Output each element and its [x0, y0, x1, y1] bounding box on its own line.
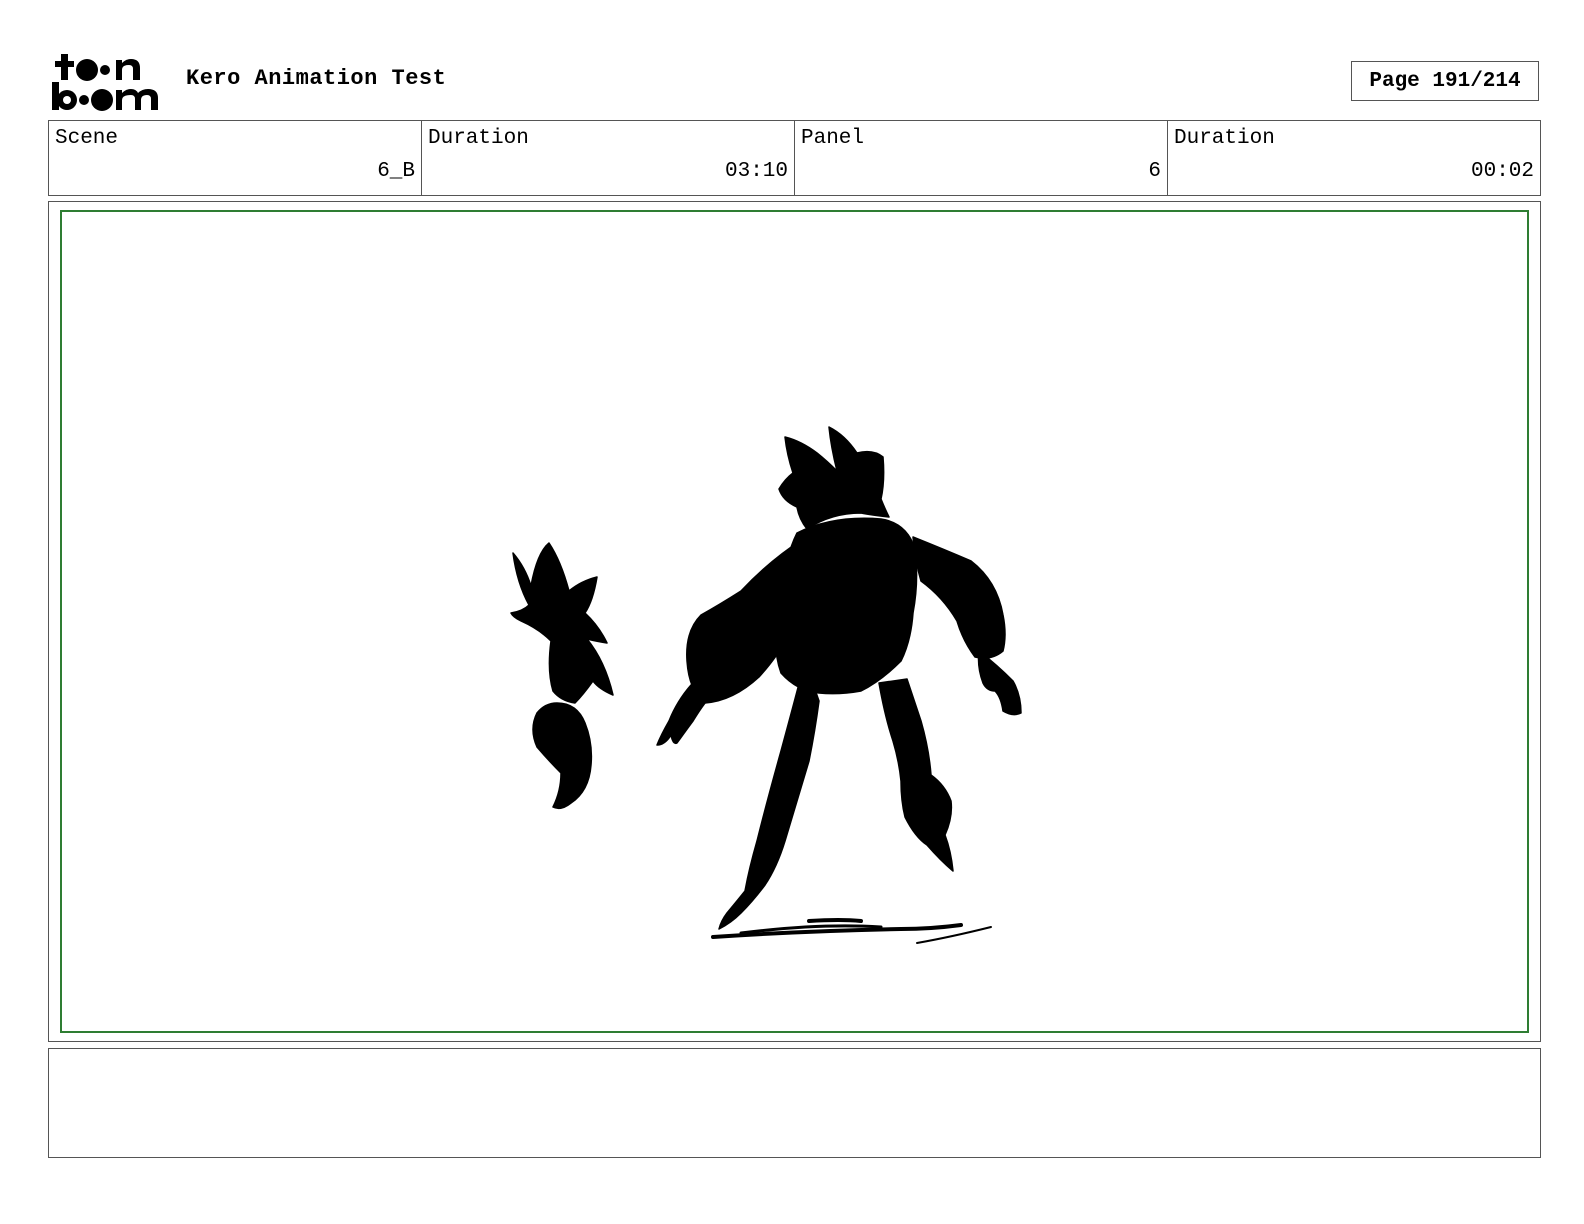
- panel-label: Panel: [801, 127, 865, 150]
- scene-value: 6_B: [377, 160, 415, 183]
- scene-duration-label: Duration: [428, 127, 529, 150]
- panel-duration-value: 00:02: [1470, 160, 1534, 183]
- document-title: Kero Animation Test: [186, 66, 447, 91]
- scene-cell: Scene 6_B: [49, 121, 421, 195]
- page-indicator: Page 191/214: [1351, 61, 1539, 101]
- small-creature-head: [510, 542, 614, 704]
- scene-duration-value: 03:10: [724, 160, 788, 183]
- large-creature-head: [778, 426, 890, 530]
- large-creature-left-leg: [718, 660, 820, 930]
- large-creature-right-hand: [977, 650, 1022, 716]
- storyboard-panel: [48, 201, 1541, 1042]
- panel-cell: Panel 6: [794, 121, 1167, 195]
- panel-notes: [48, 1048, 1541, 1158]
- large-creature-right-leg: [878, 678, 954, 872]
- small-creature-body: [532, 702, 593, 810]
- large-creature-right-arm: [912, 536, 1006, 659]
- scene-label: Scene: [55, 127, 119, 150]
- scene-duration-cell: Duration 03:10: [421, 121, 794, 195]
- panel-value: 6: [1148, 160, 1161, 183]
- panel-info-row: Scene 6_B Duration 03:10 Panel 6 Duratio…: [48, 120, 1541, 196]
- silhouette-sketch: [510, 426, 1022, 944]
- toon-boom-logo: [50, 50, 168, 112]
- panel-duration-label: Duration: [1174, 127, 1275, 150]
- large-creature-left-hand: [656, 684, 706, 746]
- panel-duration-cell: Duration 00:02: [1167, 121, 1540, 195]
- ground-shadow-stroke: [807, 918, 863, 923]
